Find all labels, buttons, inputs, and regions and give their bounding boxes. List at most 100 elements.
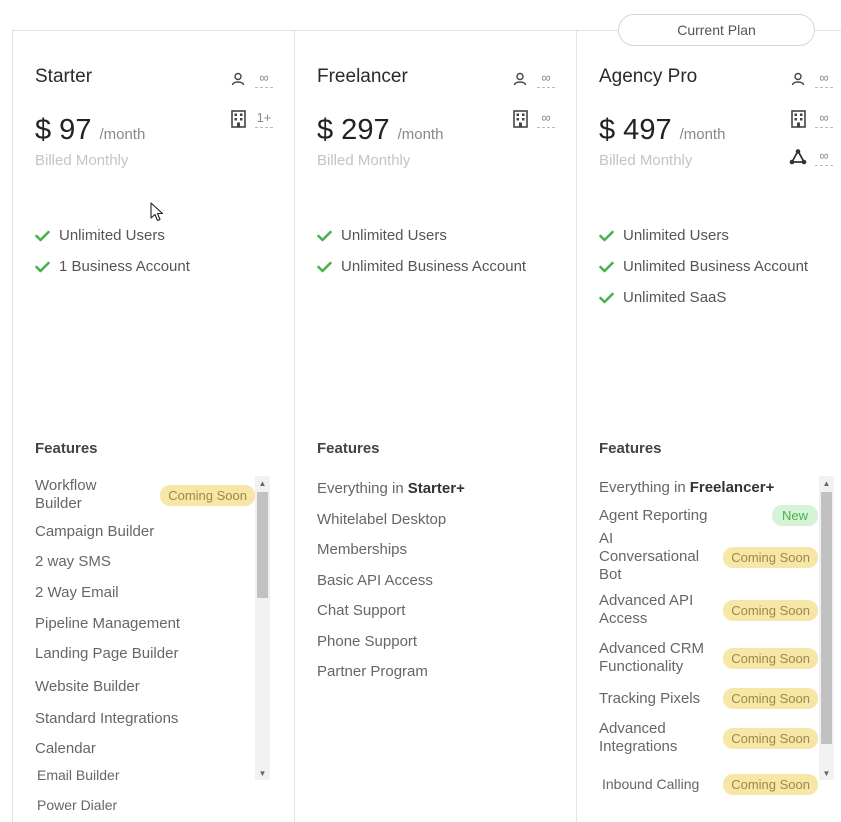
feature-label: 2 Way Email bbox=[35, 584, 119, 601]
feature-item: 2 Way Email bbox=[35, 577, 255, 608]
feature-label: Inbound Calling bbox=[602, 776, 700, 792]
feature-item: Phone Support bbox=[317, 626, 465, 656]
included-list: Unlimited Users Unlimited Business Accou… bbox=[317, 220, 526, 282]
coming-soon-badge: Coming Soon bbox=[160, 484, 255, 506]
feature-item: Campaign Builder bbox=[35, 516, 255, 546]
coming-soon-badge: Coming Soon bbox=[723, 773, 818, 795]
feature-label: AI Conversational Bot bbox=[599, 530, 700, 583]
feature-item: Advanced CRM Functionality Coming Soon bbox=[599, 635, 818, 681]
plan-name: Freelancer bbox=[317, 66, 408, 87]
feature-label: Pipeline Management bbox=[35, 614, 181, 632]
check-icon bbox=[35, 230, 50, 241]
accounts-limit: ∞ bbox=[789, 110, 833, 128]
plan-card-agency-pro: Agency Pro ∞ ∞ ∞ $ 497 /month Billed Mon… bbox=[576, 30, 841, 822]
feature-label: Chat Support bbox=[317, 602, 406, 619]
features-title: Features bbox=[317, 440, 380, 457]
users-limit-value: ∞ bbox=[815, 70, 833, 88]
feature-label: Campaign Builder bbox=[35, 522, 155, 540]
building-icon bbox=[511, 110, 529, 128]
price-row: $ 497 /month bbox=[599, 114, 725, 147]
plan-name: Agency Pro bbox=[599, 66, 698, 87]
feature-item: Pipeline Management bbox=[35, 608, 255, 638]
accounts-limit-value: ∞ bbox=[815, 110, 833, 128]
feature-label: Power Dialer bbox=[37, 797, 118, 813]
included-item: Unlimited Users bbox=[599, 220, 808, 251]
users-limit-value: ∞ bbox=[537, 70, 555, 88]
accounts-limit: ∞ bbox=[511, 110, 555, 128]
feature-item: AI Conversational Bot Coming Soon bbox=[599, 529, 818, 585]
feature-item: Agent Reporting New bbox=[599, 502, 818, 529]
cursor-icon bbox=[150, 202, 164, 222]
feature-item: Calendar bbox=[35, 734, 255, 763]
feature-intro-plan: Starter+ bbox=[407, 480, 465, 497]
scroll-thumb[interactable] bbox=[821, 492, 832, 744]
scroll-thumb[interactable] bbox=[257, 492, 268, 598]
current-plan-badge: Current Plan bbox=[618, 14, 815, 46]
coming-soon-badge: Coming Soon bbox=[723, 647, 818, 669]
scroll-up-icon[interactable]: ▲ bbox=[255, 476, 270, 490]
coming-soon-badge: Coming Soon bbox=[723, 687, 818, 709]
features-title: Features bbox=[35, 440, 98, 457]
scroll-down-icon[interactable]: ▼ bbox=[255, 766, 270, 780]
feature-label: Tracking Pixels bbox=[599, 689, 701, 707]
feature-label: Advanced API Access bbox=[599, 592, 694, 627]
included-item: Unlimited SaaS bbox=[599, 282, 808, 313]
features-list: Everything in Freelancer+ Agent Reporting… bbox=[599, 473, 818, 807]
scroll-down-icon[interactable]: ▼ bbox=[819, 766, 834, 780]
scroll-up-icon[interactable]: ▲ bbox=[819, 476, 834, 490]
feature-item: Website Builder bbox=[35, 669, 255, 703]
feature-label: Advanced Integrations bbox=[599, 720, 678, 755]
users-limit: ∞ bbox=[511, 70, 555, 88]
included-list: Unlimited Users 1 Business Account bbox=[35, 220, 190, 282]
feature-label: Whitelabel Desktop bbox=[317, 510, 447, 528]
feature-label: Website Builder bbox=[35, 677, 140, 695]
saas-limit: ∞ bbox=[789, 148, 833, 166]
feature-label: 2 way SMS bbox=[35, 553, 111, 570]
included-list: Unlimited Users Unlimited Business Accou… bbox=[599, 220, 808, 313]
feature-item: Whitelabel Desktop bbox=[317, 504, 465, 534]
features-scrollbar[interactable]: ▲ ▼ bbox=[819, 476, 834, 780]
user-icon bbox=[511, 70, 529, 88]
feature-label: Calendar bbox=[35, 740, 96, 757]
feature-label: Phone Support bbox=[317, 632, 418, 650]
network-icon bbox=[789, 148, 807, 166]
plan-card-freelancer: Freelancer ∞ ∞ $ 297 /month Billed Month… bbox=[294, 30, 576, 822]
features-list: Workflow Builder Coming Soon Campaign Bu… bbox=[35, 474, 255, 822]
billing-note: Billed Monthly bbox=[317, 152, 411, 169]
features-scrollbar[interactable]: ▲ ▼ bbox=[255, 476, 270, 780]
coming-soon-badge: Coming Soon bbox=[723, 546, 818, 568]
user-icon bbox=[229, 70, 247, 88]
check-icon bbox=[317, 261, 332, 272]
plan-name: Starter bbox=[35, 66, 93, 87]
price: $ 297 bbox=[317, 114, 390, 146]
price: $ 97 bbox=[35, 114, 92, 146]
feature-intro: Everything in bbox=[317, 480, 404, 497]
price-period: /month bbox=[397, 126, 444, 143]
feature-label: Basic API Access bbox=[317, 571, 433, 589]
coming-soon-badge: Coming Soon bbox=[723, 599, 818, 621]
check-icon bbox=[599, 230, 614, 241]
new-badge: New bbox=[771, 505, 818, 526]
price-row: $ 297 /month bbox=[317, 114, 443, 147]
included-item-label: 1 Business Account bbox=[59, 258, 190, 275]
coming-soon-badge: Coming Soon bbox=[723, 727, 818, 749]
feature-item: Landing Page Builder bbox=[35, 638, 255, 669]
accounts-limit-value: ∞ bbox=[537, 110, 555, 128]
feature-label: Agent Reporting bbox=[599, 507, 708, 524]
included-item-label: Unlimited Business Account bbox=[341, 258, 527, 275]
included-item: Unlimited Users bbox=[35, 220, 190, 251]
feature-item: Everything in Starter+ bbox=[317, 473, 465, 504]
price-period: /month bbox=[679, 126, 726, 143]
price-period: /month bbox=[99, 126, 146, 143]
check-icon bbox=[599, 292, 614, 303]
feature-item: Advanced API Access Coming Soon bbox=[599, 585, 818, 635]
plan-card-starter: Starter ∞ 1+ $ 97 /month Billed Monthly … bbox=[12, 30, 294, 822]
building-icon bbox=[229, 110, 247, 128]
feature-item: 2 way SMS bbox=[35, 546, 255, 577]
feature-intro: Everything in bbox=[599, 479, 686, 496]
included-item: Unlimited Users bbox=[317, 220, 526, 251]
users-limit-value: ∞ bbox=[255, 70, 273, 88]
included-item-label: Unlimited Users bbox=[623, 227, 729, 244]
feature-item: Email Builder bbox=[35, 763, 255, 787]
feature-label: Memberships bbox=[317, 541, 408, 558]
